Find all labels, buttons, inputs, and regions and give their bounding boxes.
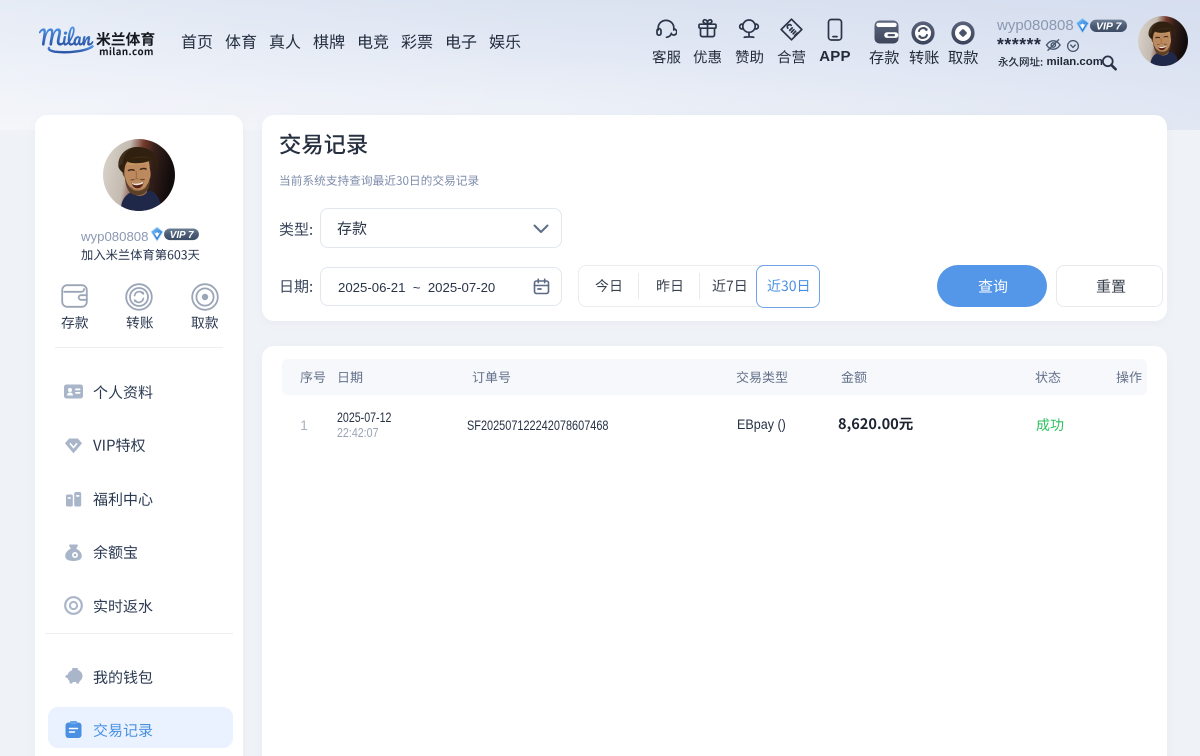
svg-text:VIP 7: VIP 7 <box>1096 20 1122 32</box>
svg-text:VIP 7: VIP 7 <box>170 230 194 241</box>
